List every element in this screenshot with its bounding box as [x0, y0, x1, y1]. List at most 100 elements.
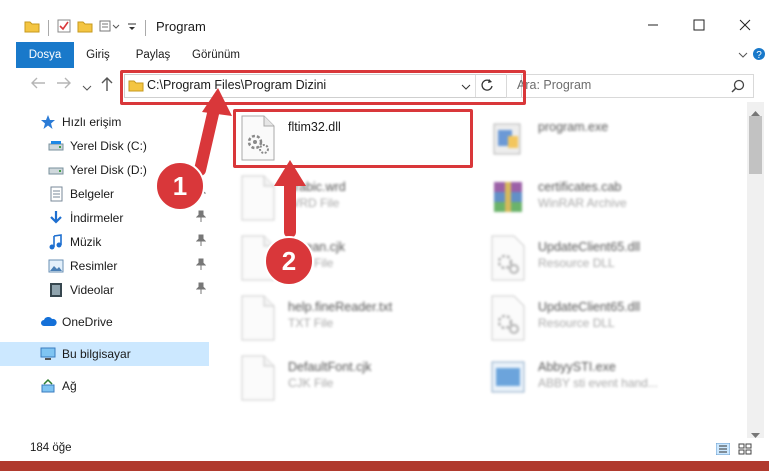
toolbar-divider: [48, 19, 49, 36]
window-title: Program: [156, 19, 206, 34]
large-icons-view-icon[interactable]: [738, 443, 752, 458]
desktop-background: [0, 461, 769, 471]
scrollbar-thumb[interactable]: [749, 116, 762, 174]
details-view-icon[interactable]: [715, 442, 731, 458]
exe-file-icon: [488, 114, 528, 162]
explorer-window: Program Dosya Giriş Paylaş Görünüm ? C:\…: [0, 0, 769, 461]
file-item[interactable]: program.exe: [488, 114, 738, 170]
search-icon[interactable]: [731, 79, 745, 96]
sidebar-item-quick-access[interactable]: Hızlı erişim: [0, 110, 209, 134]
up-arrow-icon[interactable]: [100, 76, 114, 96]
search-box[interactable]: Ara: Program: [506, 74, 754, 98]
dll-file-icon: [488, 234, 528, 282]
file-type: WRD File: [288, 196, 340, 210]
sidebar-item-label: Ağ: [62, 379, 77, 393]
dropdown-arrow-icon[interactable]: [127, 21, 137, 35]
status-bar: 184 öğe: [0, 438, 769, 461]
tab-share[interactable]: Paylaş: [128, 42, 178, 68]
file-item[interactable]: certificates.cab WinRAR Archive: [488, 174, 738, 230]
file-type: TXT File: [288, 316, 334, 330]
drive-icon: [48, 162, 64, 178]
file-name: help.fineReader.txt: [288, 300, 393, 314]
toolbar-divider: [145, 19, 146, 36]
pin-icon[interactable]: [195, 210, 207, 225]
sidebar-item-label: Resimler: [70, 259, 118, 273]
music-icon: [48, 234, 64, 250]
drive-icon: [48, 138, 64, 154]
sidebar-item-videos[interactable]: Videolar: [0, 278, 209, 302]
close-button[interactable]: [722, 12, 768, 42]
new-folder-icon[interactable]: [77, 19, 93, 36]
pin-icon[interactable]: [195, 282, 207, 297]
file-type: Resource DLL: [538, 256, 615, 270]
address-bar-highlight: [120, 70, 526, 105]
star-icon: [40, 114, 56, 130]
pin-icon[interactable]: [195, 234, 207, 249]
file-name: UpdateClient65.dll: [538, 240, 641, 254]
chevron-down-icon[interactable]: [738, 49, 748, 63]
file-item[interactable]: DefaultFont.cjk CJK File: [238, 354, 488, 410]
navigation-pane: Hızlı erişim Yerel Disk (C:) Yerel Disk …: [0, 102, 211, 438]
file-item[interactable]: arabic.wrd WRD File: [238, 174, 488, 230]
minimize-button[interactable]: [630, 12, 676, 42]
file-item[interactable]: UpdateClient65.dll Resource DLL: [488, 234, 738, 290]
sidebar-item-network[interactable]: Ağ: [0, 374, 209, 398]
sidebar-item-label: Yerel Disk (C:): [70, 139, 147, 153]
help-icon[interactable]: ?: [752, 47, 766, 64]
item-count: 184 öğe: [30, 442, 72, 454]
cloud-icon: [40, 314, 57, 330]
customize-toolbar-icon[interactable]: [99, 19, 121, 36]
sidebar-item-disk-c[interactable]: Yerel Disk (C:): [0, 134, 209, 158]
folder-icon: [24, 19, 40, 36]
file-highlight: [233, 109, 473, 168]
document-icon: [48, 186, 64, 202]
sidebar-item-music[interactable]: Müzik: [0, 230, 209, 254]
properties-icon[interactable]: [57, 19, 71, 36]
sidebar-item-label: Belgeler: [70, 187, 115, 201]
generic-file-icon: [238, 354, 278, 402]
generic-file-icon: [238, 294, 278, 342]
file-type: WinRAR Archive: [538, 196, 627, 210]
recent-locations-icon[interactable]: [82, 80, 92, 97]
video-icon: [48, 282, 64, 298]
sidebar-item-this-pc[interactable]: Bu bilgisayar: [0, 342, 209, 366]
sidebar-item-onedrive[interactable]: OneDrive: [0, 310, 209, 334]
file-type: CJK File: [288, 376, 334, 390]
sidebar-item-label: Bu bilgisayar: [62, 347, 131, 361]
title-bar: Program: [0, 0, 769, 42]
network-icon: [40, 378, 56, 394]
download-icon: [48, 210, 64, 226]
file-name: UpdateClient65.dll: [538, 300, 641, 314]
tab-view[interactable]: Görünüm: [188, 42, 244, 68]
tab-home[interactable]: Giriş: [78, 42, 118, 68]
sidebar-item-label: Yerel Disk (D:): [70, 163, 147, 177]
file-type: ABBY sti event hand...: [538, 376, 658, 390]
sidebar-item-pictures[interactable]: Resimler: [0, 254, 209, 278]
computer-icon: [40, 346, 56, 362]
file-name: DefaultFont.cjk: [288, 360, 372, 374]
search-input[interactable]: Ara: Program: [517, 78, 591, 92]
file-item[interactable]: AbbyySTI.exe ABBY sti event hand...: [488, 354, 738, 410]
generic-file-icon: [238, 174, 278, 222]
quick-access-toolbar: [24, 19, 148, 36]
back-arrow-icon[interactable]: [30, 76, 46, 94]
vertical-scrollbar[interactable]: [747, 102, 764, 438]
file-type: Resource DLL: [538, 316, 615, 330]
step-badge-1: 1: [155, 161, 205, 211]
file-name: certificates.cab: [538, 180, 622, 194]
sidebar-item-label: Videolar: [70, 283, 114, 297]
winrar-archive-icon: [488, 174, 528, 222]
pin-icon[interactable]: [195, 258, 207, 273]
step-badge-2: 2: [264, 236, 314, 286]
file-item[interactable]: help.fineReader.txt TXT File: [238, 294, 488, 350]
sidebar-item-label: Müzik: [70, 235, 102, 249]
sidebar-item-label: Hızlı erişim: [62, 115, 122, 129]
file-item[interactable]: UpdateClient65.dll Resource DLL: [488, 294, 738, 350]
file-name: AbbyySTI.exe: [538, 360, 616, 374]
sidebar-item-label: İndirmeler: [70, 211, 124, 225]
forward-arrow-icon[interactable]: [56, 76, 72, 94]
picture-icon: [48, 258, 64, 274]
file-name: arabic.wrd: [288, 180, 346, 194]
tab-file[interactable]: Dosya: [16, 42, 74, 68]
maximize-button[interactable]: [676, 12, 722, 42]
